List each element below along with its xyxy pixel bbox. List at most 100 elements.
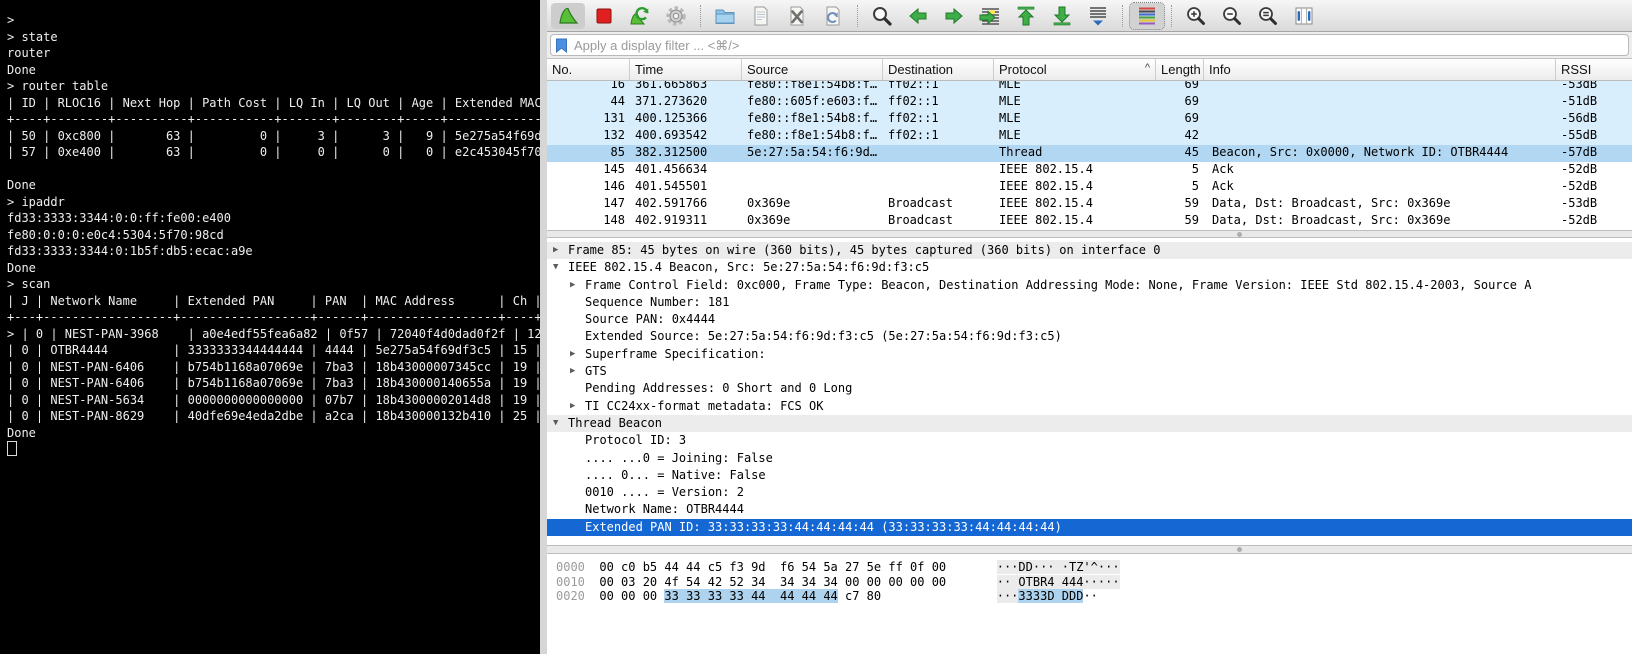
terminal-line: fd33:3333:3344:0:1b5f:db5:ecac:a9e [7, 243, 540, 260]
hex-row[interactable]: 0020 00 00 00 33 33 33 33 44 44 44 44 c7… [556, 589, 1632, 604]
pane-splitter-bottom[interactable] [547, 545, 1632, 554]
column-header-info[interactable]: Info [1204, 59, 1556, 80]
detail-text: GTS [585, 364, 607, 378]
chevron-right-icon[interactable]: ▶ [570, 363, 582, 380]
detail-row[interactable]: Source PAN: 0x4444 [547, 311, 1632, 328]
zoom-reset-button[interactable] [1251, 3, 1285, 29]
detail-row[interactable]: ▶TI CC24xx-format metadata: FCS OK [547, 398, 1632, 415]
hex-ascii-gap [946, 575, 997, 589]
open-file-button[interactable] [708, 3, 742, 29]
column-header-length[interactable]: Length [1156, 59, 1204, 80]
go-first-button[interactable] [1009, 3, 1043, 29]
packet-cell-rssi: -56dB [1556, 111, 1632, 128]
packet-row[interactable]: 131400.125366fe80::f8e1:54b8:f…ff02::1ML… [547, 111, 1632, 128]
detail-row[interactable]: ▶GTS [547, 363, 1632, 380]
capture-restart-button[interactable] [623, 3, 657, 29]
hex-row[interactable]: 0000 00 c0 b5 44 44 c5 f3 9d f6 54 5a 27… [556, 560, 1632, 575]
terminal-cursor-line [7, 441, 540, 458]
display-filter-input[interactable] [568, 37, 1624, 54]
hex-ascii: ·· [1083, 589, 1097, 603]
go-forward-button[interactable] [937, 3, 971, 29]
splitter-handle[interactable] [1237, 232, 1242, 237]
column-header-no[interactable]: No. [547, 59, 630, 80]
packet-cell-length: 59 [1156, 213, 1204, 230]
packet-cell-protocol: IEEE 802.15.4 [994, 196, 1156, 213]
arrow-up-bar-icon [1014, 4, 1038, 28]
chevron-right-icon[interactable]: ▶ [553, 242, 565, 259]
packet-cell-rssi: -51dB [1556, 94, 1632, 111]
detail-row[interactable]: ▼IEEE 802.15.4 Beacon, Src: 5e:27:5a:54:… [547, 259, 1632, 276]
resize-columns-button[interactable] [1287, 3, 1321, 29]
detail-row[interactable]: 0010 .... = Version: 2 [547, 484, 1632, 501]
packet-cell-info [1204, 128, 1556, 145]
go-back-button[interactable] [901, 3, 935, 29]
capture-start-button[interactable] [551, 3, 585, 29]
capture-stop-button[interactable] [587, 3, 621, 29]
terminal-line: router [7, 45, 540, 62]
terminal-window[interactable]: >> staterouterDone> router table| ID | R… [0, 0, 540, 654]
chevron-right-icon[interactable]: ▶ [570, 277, 582, 294]
colorize-packets-button[interactable] [1130, 3, 1164, 29]
hex-row[interactable]: 0010 00 03 20 4f 54 42 52 34 34 34 34 00… [556, 575, 1632, 590]
find-packet-button[interactable] [865, 3, 899, 29]
bookmark-icon[interactable] [555, 38, 568, 53]
detail-row[interactable]: Sequence Number: 181 [547, 294, 1632, 311]
column-header-source[interactable]: Source [742, 59, 883, 80]
chevron-right-icon[interactable]: ▶ [570, 346, 582, 363]
detail-row[interactable]: Network Name: OTBR4444 [547, 501, 1632, 518]
packet-row[interactable]: 132400.693542fe80::f8e1:54b8:f…ff02::1ML… [547, 128, 1632, 145]
packet-cell-time: 402.591766 [630, 196, 742, 213]
terminal-line: | 0 | NEST-PAN-8629 | 40dfe69e4eda2dbe |… [7, 408, 540, 425]
detail-row[interactable]: ▼Thread Beacon [547, 415, 1632, 432]
splitter-handle[interactable] [1237, 547, 1242, 552]
display-filter-field[interactable] [550, 34, 1629, 56]
toolbar-separator [1122, 5, 1123, 27]
packet-row[interactable]: 44371.273620fe80::605f:e603:f…ff02::1MLE… [547, 94, 1632, 111]
column-header-time[interactable]: Time [630, 59, 742, 80]
packet-cell-destination [883, 179, 994, 196]
packet-row[interactable]: 148402.9193110x369eBroadcastIEEE 802.15.… [547, 213, 1632, 230]
detail-row[interactable]: ▶Superframe Specification: [547, 346, 1632, 363]
packet-cell-time: 382.312500 [630, 145, 742, 162]
detail-row[interactable]: Extended Source: 5e:27:5a:54:f6:9d:f3:c5… [547, 328, 1632, 345]
packet-cell-time: 400.125366 [630, 111, 742, 128]
hex-bytes: 33 33 33 33 44 44 44 44 [664, 589, 837, 603]
pane-splitter-top[interactable] [547, 230, 1632, 238]
go-last-button[interactable] [1045, 3, 1079, 29]
resize-columns-icon [1292, 4, 1316, 28]
capture-options-button[interactable] [659, 3, 693, 29]
go-to-packet-button[interactable] [973, 3, 1007, 29]
column-header-rssi[interactable]: RSSI [1556, 59, 1632, 80]
chevron-down-icon[interactable]: ▼ [553, 259, 565, 276]
detail-row[interactable]: .... ...0 = Joining: False [547, 450, 1632, 467]
terminal-line: | 0 | NEST-PAN-5634 | 0000000000000000 |… [7, 392, 540, 409]
hex-ascii-gap [946, 589, 997, 603]
detail-row[interactable]: ▶Frame Control Field: 0xc000, Frame Type… [547, 277, 1632, 294]
packet-row[interactable]: 147402.5917660x369eBroadcastIEEE 802.15.… [547, 196, 1632, 213]
zoom-out-button[interactable] [1215, 3, 1249, 29]
hex-ascii: 3333D DDD [1018, 589, 1083, 603]
detail-row[interactable]: Pending Addresses: 0 Short and 0 Long [547, 380, 1632, 397]
terminal-cursor [7, 441, 17, 456]
chevron-down-icon[interactable]: ▼ [553, 415, 565, 432]
packet-row[interactable]: 145401.456634IEEE 802.15.45Ack-52dB [547, 162, 1632, 179]
packet-row[interactable]: 146401.545501IEEE 802.15.45Ack-52dB [547, 179, 1632, 196]
packet-cell-no: 148 [547, 213, 630, 230]
close-file-button[interactable] [780, 3, 814, 29]
packet-cell-info [1204, 111, 1556, 128]
auto-scroll-button[interactable] [1081, 3, 1115, 29]
packet-row[interactable]: 85382.3125005e:27:5a:54:f6:9d…Thread45Be… [547, 145, 1632, 162]
terminal-line: Done [7, 260, 540, 277]
save-file-button[interactable] [744, 3, 778, 29]
detail-row[interactable]: ▶Frame 85: 45 bytes on wire (360 bits), … [547, 242, 1632, 259]
column-header-destination[interactable]: Destination [883, 59, 994, 80]
chevron-right-icon[interactable]: ▶ [570, 398, 582, 415]
zoom-in-button[interactable] [1179, 3, 1213, 29]
column-header-protocol[interactable]: Protocol ^ [994, 59, 1156, 80]
zoom-out-icon [1220, 4, 1244, 28]
detail-row[interactable]: Extended PAN ID: 33:33:33:33:44:44:44:44… [547, 519, 1632, 536]
detail-row[interactable]: .... 0... = Native: False [547, 467, 1632, 484]
packet-list-rows: 16361.665863fe80::f8e1:54b8:f…ff02::1MLE… [547, 77, 1632, 230]
detail-row[interactable]: Protocol ID: 3 [547, 432, 1632, 449]
reload-file-button[interactable] [816, 3, 850, 29]
